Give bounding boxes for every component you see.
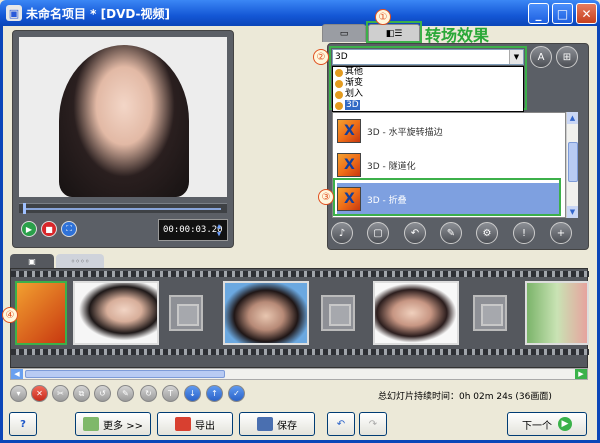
transition-thumb: [337, 153, 361, 177]
delete-icon[interactable]: ✕: [31, 385, 48, 402]
scroll-left-icon[interactable]: ◀: [11, 369, 23, 379]
preview-panel: ▶ ■ ⛶ 00:00:03.20 ▲ ▼: [12, 30, 234, 248]
random-icon[interactable]: ⊞: [556, 46, 578, 68]
title-bar: ▣ 未命名项目 * [DVD-视频] _ □ ✕: [0, 0, 600, 26]
timecode-display[interactable]: 00:00:03.20 ▲ ▼: [158, 219, 228, 241]
scroll-right-icon[interactable]: ▶: [575, 369, 587, 379]
timecode-spinner[interactable]: ▲ ▼: [213, 222, 225, 238]
film-edge-top: [11, 271, 589, 277]
tab-storyboard[interactable]: ▣: [10, 254, 54, 268]
app-icon: ▣: [6, 5, 22, 21]
scroll-thumb[interactable]: [568, 142, 578, 182]
transition-scrollbar[interactable]: ▲ ▼: [566, 112, 578, 218]
slide-thumbnail[interactable]: [525, 281, 589, 345]
more-button[interactable]: 更多 >>: [75, 412, 151, 436]
more-icon: [83, 417, 100, 431]
transition-slot[interactable]: [473, 295, 507, 331]
down-icon[interactable]: ▾: [10, 385, 27, 402]
rotate-left-icon[interactable]: ↺: [94, 385, 111, 402]
arrow-right-icon: ▶: [558, 417, 572, 431]
close-button[interactable]: ✕: [576, 3, 597, 24]
maximize-button[interactable]: □: [552, 3, 573, 24]
redo-button[interactable]: ↷: [359, 412, 387, 436]
transition-thumb: [337, 119, 361, 143]
total-duration: 总幻灯片持续时间：0h 02m 24s (36画面): [378, 392, 552, 402]
copy-icon[interactable]: ⧉: [73, 385, 90, 402]
arrow-up-icon[interactable]: ↑: [206, 385, 223, 402]
save-icon: [257, 417, 273, 431]
preview-scrubber[interactable]: [19, 203, 227, 214]
bottom-bar: ? 更多 >> 导出 保存 ↶ ↷ 下一个 ▶: [3, 406, 597, 440]
scroll-up-icon[interactable]: ▲: [567, 112, 578, 124]
minimize-button[interactable]: _: [528, 3, 549, 24]
transition-slot-selected[interactable]: [15, 281, 67, 345]
sound-icon[interactable]: ♪: [331, 222, 353, 244]
callout-box-1: [366, 21, 422, 43]
scrubber-thumb[interactable]: [23, 203, 26, 214]
stop-icon[interactable]: ■: [41, 221, 57, 237]
tab-slides[interactable]: ▭: [322, 24, 366, 42]
edit-icon[interactable]: ✎: [117, 385, 134, 402]
preview-screen: [19, 37, 227, 197]
category-option[interactable]: 其他: [333, 67, 523, 78]
film-edge-bottom: [11, 349, 589, 355]
tool-icon[interactable]: ✂: [52, 385, 69, 402]
category-option[interactable]: 3D: [333, 100, 523, 111]
check-icon[interactable]: ✓: [228, 385, 245, 402]
arrow-down-icon[interactable]: ↓: [184, 385, 201, 402]
slide-thumbnail[interactable]: [223, 281, 309, 345]
callout-box-3: [333, 178, 561, 216]
export-icon: [175, 417, 191, 431]
undo-button[interactable]: ↶: [327, 412, 355, 436]
settings-icon[interactable]: ⚙: [476, 222, 498, 244]
export-button[interactable]: 导出: [157, 412, 233, 436]
apply-all-icon[interactable]: A: [530, 46, 552, 68]
fullscreen-icon[interactable]: ⛶: [61, 221, 77, 237]
window-title: 未命名项目 * [DVD-视频]: [26, 6, 171, 21]
callout-2: ②: [313, 49, 329, 65]
slide-thumbnail[interactable]: [73, 281, 159, 345]
scroll-thumb[interactable]: [25, 370, 225, 378]
undo-icon[interactable]: ↶: [404, 222, 426, 244]
storyboard: [10, 268, 589, 368]
rotate-right-icon[interactable]: ↻: [140, 385, 157, 402]
slide-thumbnail[interactable]: [373, 281, 459, 345]
callout-4: ④: [2, 307, 18, 323]
play-icon[interactable]: ▶: [21, 221, 37, 237]
preview-photo: [59, 45, 189, 197]
help-button[interactable]: ?: [9, 412, 37, 436]
callout-3: ③: [318, 189, 334, 205]
callout-1: ①: [375, 9, 391, 25]
tab-timeline[interactable]: ◦◦◦◦: [56, 254, 104, 268]
info-icon[interactable]: !: [513, 222, 535, 244]
category-options: 其他 渐变 划入 3D: [332, 66, 524, 112]
transition-slot[interactable]: [321, 295, 355, 331]
crop-icon[interactable]: ▢: [367, 222, 389, 244]
timeline-scrollbar[interactable]: ◀ ▶: [10, 368, 588, 380]
text-icon[interactable]: T: [162, 385, 179, 402]
scrubber-track: [25, 208, 221, 210]
scroll-down-icon[interactable]: ▼: [567, 206, 578, 218]
next-button[interactable]: 下一个 ▶: [507, 412, 587, 436]
effect-icon[interactable]: ✎: [440, 222, 462, 244]
transition-item[interactable]: 3D - 水平旋转描边: [337, 115, 559, 147]
add-icon[interactable]: +: [550, 222, 572, 244]
category-option[interactable]: 划入: [333, 89, 523, 100]
category-option[interactable]: 渐变: [333, 78, 523, 89]
transition-slot[interactable]: [169, 295, 203, 331]
save-button[interactable]: 保存: [239, 412, 315, 436]
transition-item[interactable]: 3D - 隧道化: [337, 149, 559, 181]
